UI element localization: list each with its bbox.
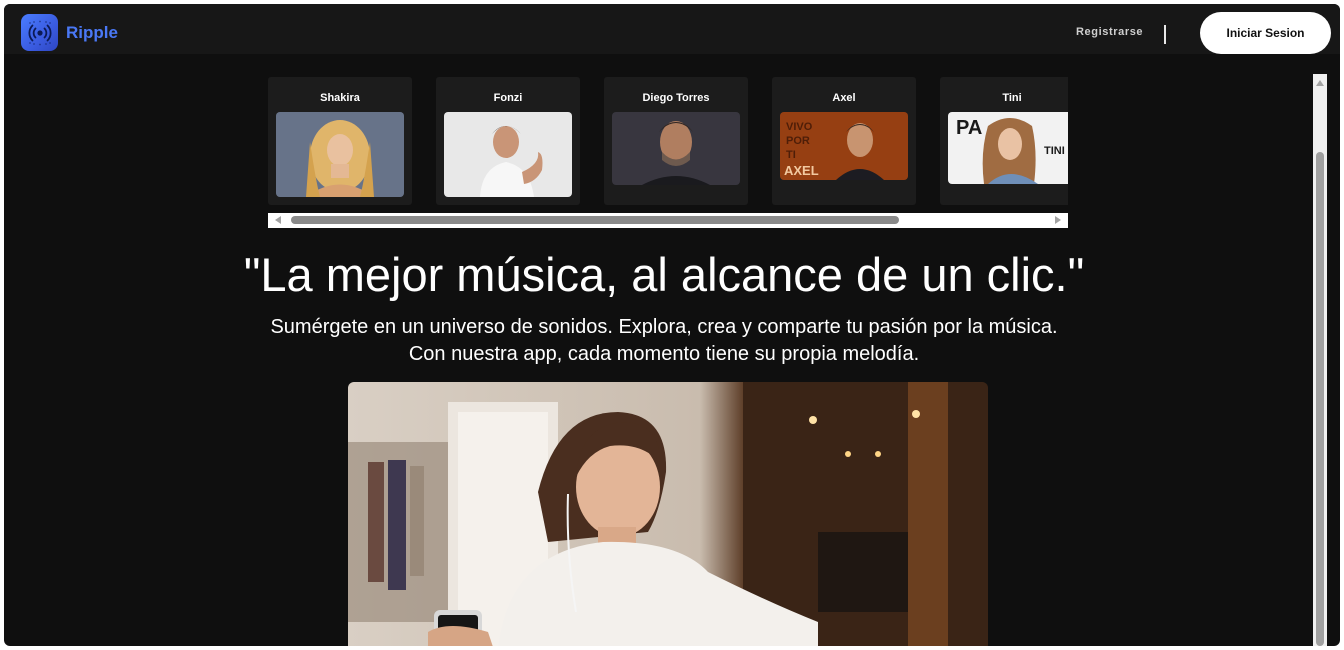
login-button[interactable]: Iniciar Sesion (1200, 12, 1331, 54)
radio-waves-icon[interactable] (21, 14, 58, 51)
artist-name: Shakira (320, 92, 360, 104)
artist-photo: VIVO POR TI AXEL (780, 112, 908, 180)
svg-text:TI: TI (786, 149, 796, 161)
scroll-up-icon[interactable] (1316, 80, 1324, 86)
app-window: Ripple Registrarse Iniciar Sesion Shakir… (4, 4, 1340, 646)
artist-card[interactable]: Shakira (268, 77, 412, 205)
nav-divider (1164, 25, 1166, 44)
svg-text:POR: POR (786, 135, 810, 147)
artist-name: Fonzi (493, 92, 523, 104)
scroll-right-icon[interactable] (1055, 216, 1061, 224)
hero-image (348, 382, 988, 646)
artist-card[interactable]: Fonzi (436, 77, 580, 205)
brand-name[interactable]: Ripple (66, 23, 118, 43)
artist-name: Axel (832, 92, 856, 104)
artist-photo (612, 112, 740, 185)
svg-text:AXEL: AXEL (784, 163, 819, 178)
page-scrollbar[interactable] (1313, 74, 1327, 646)
artist-card[interactable]: Diego Torres (604, 77, 748, 205)
artist-photo (444, 112, 572, 197)
register-link[interactable]: Registrarse (1076, 26, 1143, 38)
artist-photo (276, 112, 404, 197)
hero-subtitle-line2: Con nuestra app, cada momento tiene su p… (408, 343, 920, 365)
svg-text:VIVO: VIVO (786, 121, 813, 133)
artist-card[interactable]: Tini PA TINI (940, 77, 1068, 205)
top-bar: Ripple Registrarse Iniciar Sesion (4, 4, 1340, 54)
artist-photo: PA TINI (948, 112, 1068, 184)
hero-subtitle-line1: Sumérgete en un universo de sonidos. Exp… (270, 316, 1058, 338)
artist-name: Tini (1002, 92, 1022, 104)
artist-card[interactable]: Axel VIVO POR TI AXEL (772, 77, 916, 205)
scrollbar-thumb[interactable] (1316, 152, 1324, 646)
hero-headline: "La mejor música, al alcance de un clic.… (243, 248, 1085, 301)
svg-text:TINI: TINI (1044, 145, 1065, 157)
scroll-left-icon[interactable] (275, 216, 281, 224)
scrollbar-thumb[interactable] (291, 216, 899, 224)
svg-text:PA: PA (956, 117, 982, 139)
artist-carousel[interactable]: Shakira Fonzi Diego Torres Axel VIVO POR… (268, 77, 1068, 214)
hero-subtitle: Sumérgete en un universo de sonidos. Exp… (4, 314, 1324, 368)
carousel-scrollbar[interactable] (268, 213, 1068, 228)
artist-name: Diego Torres (642, 92, 710, 104)
